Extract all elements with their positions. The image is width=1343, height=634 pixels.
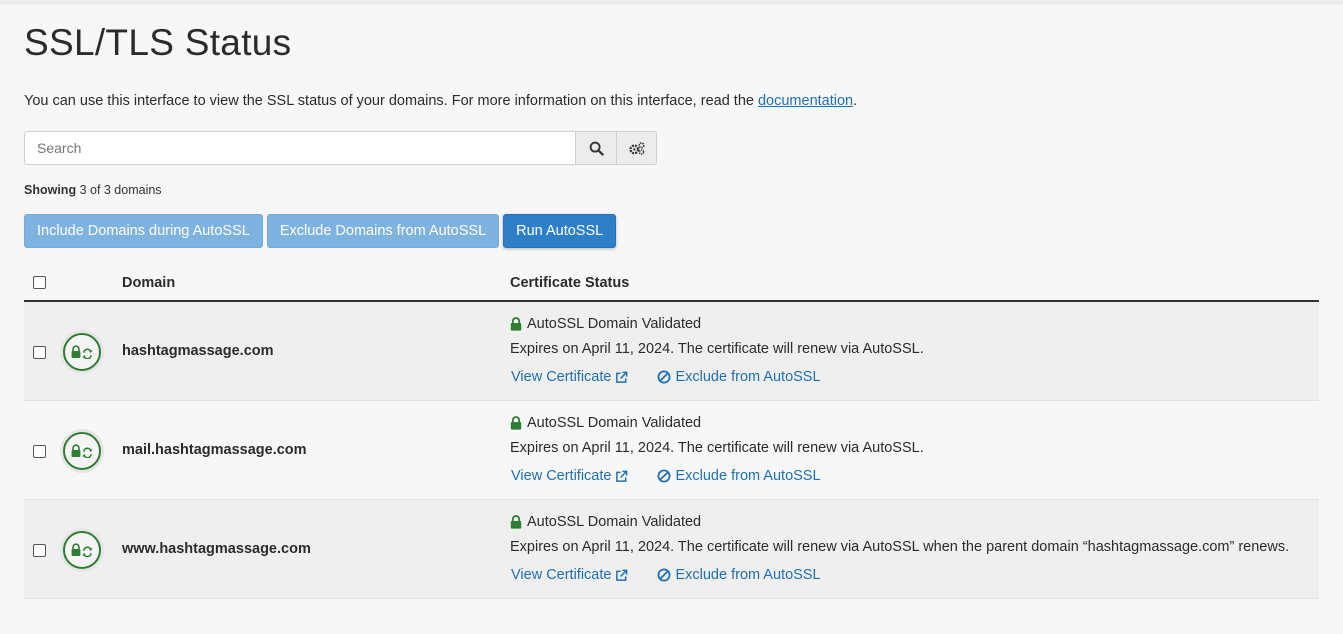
certificate-status: AutoSSL Domain Validated Expires on Apri… [510,513,1289,584]
gears-icon [628,141,645,155]
ban-icon [657,568,671,582]
ban-icon [657,370,671,384]
exclude-domains-button[interactable]: Exclude Domains from AutoSSL [266,214,500,248]
view-certificate-link[interactable]: View Certificate [511,468,628,484]
lock-icon [510,416,522,430]
external-link-icon [616,569,628,581]
showing-text: 3 of 3 domains [79,183,162,197]
certificate-status: AutoSSL Domain Validated Expires on Apri… [510,414,924,485]
expiry-text: Expires on April 11, 2024. The certifica… [510,341,924,357]
search-icon [589,141,604,156]
showing-count: Showing 3 of 3 domains [24,183,162,197]
expiry-text: Expires on April 11, 2024. The certifica… [510,440,924,456]
lock-renew-icon [71,543,93,557]
select-all-checkbox[interactable] [33,276,46,289]
row-checkbox[interactable] [33,346,46,359]
exclude-from-autossl-label: Exclude from AutoSSL [675,369,821,385]
run-autossl-button[interactable]: Run AutoSSL [503,214,617,248]
autossl-actions: Include Domains during AutoSSL Exclude D… [24,214,617,248]
exclude-from-autossl-link[interactable]: Exclude from AutoSSL [657,369,821,385]
lock-icon [510,317,522,331]
intro-text: You can use this interface to view the S… [24,93,857,109]
status-column-header[interactable]: Certificate Status [510,275,629,291]
domain-name: www.hashtagmassage.com [122,541,311,557]
status-text: AutoSSL Domain Validated [527,415,702,431]
lock-renew-icon [71,444,93,458]
search-bar [24,131,657,165]
intro-sentence: You can use this interface to view the S… [24,93,758,109]
exclude-from-autossl-label: Exclude from AutoSSL [675,468,821,484]
domain-name: mail.hashtagmassage.com [122,442,307,458]
domain-column-header[interactable]: Domain [122,275,175,291]
domains-table: Domain Certificate Status hashtagmassage… [24,266,1319,599]
status-text: AutoSSL Domain Validated [527,316,702,332]
external-link-icon [616,371,628,383]
view-certificate-label: View Certificate [511,468,612,484]
row-checkbox[interactable] [33,445,46,458]
domain-name: hashtagmassage.com [122,343,274,359]
external-link-icon [616,470,628,482]
include-domains-button[interactable]: Include Domains during AutoSSL [24,214,263,248]
lock-renew-icon [71,345,93,359]
view-certificate-label: View Certificate [511,369,612,385]
table-row: hashtagmassage.com AutoSSL Domain Valida… [24,302,1319,401]
row-checkbox[interactable] [33,544,46,557]
exclude-from-autossl-label: Exclude from AutoSSL [675,567,821,583]
search-input[interactable] [24,131,575,165]
status-text: AutoSSL Domain Validated [527,514,702,530]
view-certificate-link[interactable]: View Certificate [511,567,628,583]
showing-label: Showing [24,183,77,197]
ssl-status-icon [63,333,101,371]
table-row: www.hashtagmassage.com AutoSSL Domain Va… [24,500,1319,599]
table-header: Domain Certificate Status [24,266,1319,302]
documentation-link[interactable]: documentation [758,93,853,109]
ban-icon [657,469,671,483]
view-certificate-label: View Certificate [511,567,612,583]
ssl-status-icon [63,432,101,470]
table-row: mail.hashtagmassage.com AutoSSL Domain V… [24,401,1319,500]
search-settings-button[interactable] [616,131,657,165]
search-button[interactable] [575,131,616,165]
top-bar [0,0,1343,3]
exclude-from-autossl-link[interactable]: Exclude from AutoSSL [657,567,821,583]
ssl-status-icon [63,531,101,569]
page-title: SSL/TLS Status [24,22,292,63]
lock-icon [510,515,522,529]
view-certificate-link[interactable]: View Certificate [511,369,628,385]
exclude-from-autossl-link[interactable]: Exclude from AutoSSL [657,468,821,484]
expiry-text: Expires on April 11, 2024. The certifica… [510,539,1290,555]
intro-period: . [853,93,858,109]
certificate-status: AutoSSL Domain Validated Expires on Apri… [510,315,924,386]
